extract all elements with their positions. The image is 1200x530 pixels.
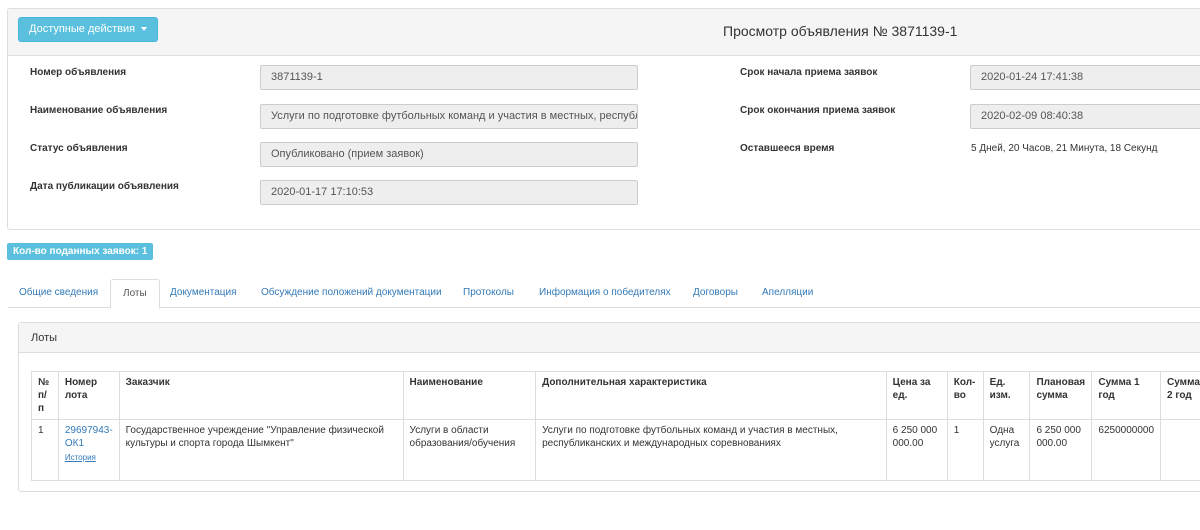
cell-unit: Одна услуга	[982, 419, 1031, 481]
available-actions-label: Доступные действия	[29, 23, 136, 35]
lots-table: № п/п Номер лота Заказчик Наименование Д…	[31, 371, 1200, 481]
field-value-publish-date[interactable]: 2020-01-17 17:10:53	[260, 180, 638, 205]
field-label-status: Статус объявления	[30, 143, 128, 154]
cell-row-number: 1	[31, 419, 59, 481]
field-label-end-date: Срок окончания приема заявок	[740, 105, 896, 116]
tab-winners-info[interactable]: Информация о победителях	[539, 279, 671, 308]
cell-planned-sum: 6 250 000 000.00	[1029, 419, 1093, 481]
tab-documentation-discussion[interactable]: Обсуждение положений документации	[261, 279, 442, 308]
field-value-start-date[interactable]: 2020-01-24 17:41:38	[970, 65, 1200, 90]
tab-lots[interactable]: Лоты	[110, 279, 160, 309]
cell-lot-number: 29697943-ОК1 История	[57, 419, 120, 481]
panel-header: Доступные действия Просмотр объявления №…	[8, 9, 1200, 56]
tab-protocols[interactable]: Протоколы	[463, 279, 514, 308]
table-row: 1 29697943-ОК1 История Государственное у…	[31, 419, 1200, 481]
tab-documentation[interactable]: Документация	[170, 279, 237, 308]
column-header: Сумма 1 год	[1091, 371, 1162, 420]
lot-number-link[interactable]: 29697943-ОК1	[65, 425, 113, 449]
cell-name: Услуги в области образования/обучения	[402, 419, 537, 481]
cell-sum-year-2	[1160, 419, 1200, 481]
announcement-panel: Доступные действия Просмотр объявления №…	[7, 8, 1200, 230]
column-header: Кол-во	[946, 371, 984, 420]
cell-quantity: 1	[946, 419, 984, 481]
available-actions-button[interactable]: Доступные действия	[18, 17, 159, 42]
cell-customer: Государственное учреждение "Управление ф…	[118, 419, 404, 481]
history-link[interactable]: История	[65, 451, 113, 464]
lots-panel: Лоты № п/п Номер лота Заказчик Наименова…	[18, 322, 1200, 492]
column-header: Плановая сумма	[1029, 371, 1093, 420]
lots-title: Лоты	[31, 332, 58, 344]
field-label-start-date: Срок начала приема заявок	[740, 67, 878, 78]
cell-extra-characteristic: Услуги по подготовке футбольных команд и…	[535, 419, 887, 481]
cell-unit-price: 6 250 000 000.00	[885, 419, 948, 481]
column-header: № п/п	[31, 371, 59, 420]
column-header: Сумма 2 год	[1160, 371, 1200, 420]
column-header: Дополнительная характеристика	[535, 371, 887, 420]
column-header: Цена за ед.	[885, 371, 948, 420]
field-value-status[interactable]: Опубликовано (прием заявок)	[260, 142, 638, 167]
field-label-name: Наименование объявления	[30, 105, 168, 116]
field-value-number[interactable]: 3871139-1	[260, 65, 638, 90]
table-header-row: № п/п Номер лота Заказчик Наименование Д…	[31, 371, 1200, 420]
caret-down-icon	[141, 27, 148, 32]
tab-appeals[interactable]: Апелляции	[762, 279, 813, 308]
column-header: Наименование	[402, 371, 537, 420]
field-value-name[interactable]: Услуги по подготовке футбольных команд и…	[260, 104, 638, 129]
field-label-publish-date: Дата публикации объявления	[30, 181, 179, 192]
lots-panel-header: Лоты	[19, 323, 1200, 353]
tab-contracts[interactable]: Договоры	[693, 279, 738, 308]
field-label-remaining-time: Оставшееся время	[740, 143, 835, 154]
tab-bar: Общие сведения Лоты Документация Обсужде…	[8, 279, 1200, 309]
applications-count-badge: Кол-во поданных заявок: 1	[7, 243, 154, 260]
cell-sum-year-1: 6250000000	[1091, 419, 1162, 481]
field-label-number: Номер объявления	[30, 67, 127, 78]
tab-general-info[interactable]: Общие сведения	[19, 279, 98, 308]
remaining-time-value: 5 Дней, 20 Часов, 21 Минута, 18 Секунд	[971, 143, 1158, 154]
column-header: Номер лота	[57, 371, 120, 420]
page-title: Просмотр объявления № 3871139-1	[723, 23, 958, 39]
column-header: Заказчик	[118, 371, 404, 420]
column-header: Ед. изм.	[982, 371, 1031, 420]
field-value-end-date[interactable]: 2020-02-09 08:40:38	[970, 104, 1200, 129]
